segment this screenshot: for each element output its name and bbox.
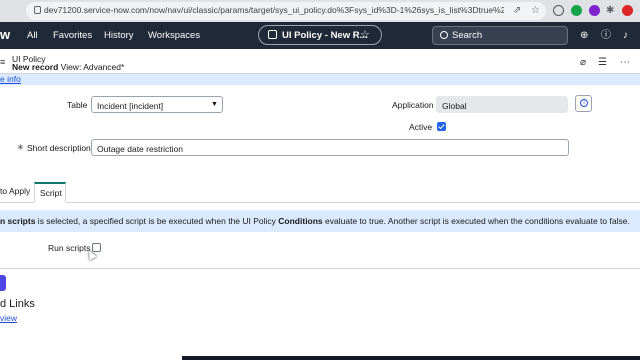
search-placeholder[interactable]: Search <box>452 30 482 41</box>
run-scripts-label: Run scripts <box>48 243 91 253</box>
nav-history[interactable]: History <box>104 30 134 41</box>
active-checkbox[interactable] <box>437 122 446 131</box>
site-info-icon[interactable] <box>34 6 41 14</box>
context-pill-title[interactable]: UI Policy - New R... <box>282 30 368 41</box>
application-field: Global <box>436 96 568 113</box>
info-band <box>0 74 640 85</box>
more-options-icon[interactable]: ⋯ <box>620 57 630 68</box>
form-subtitle: New record View: Advanced* <box>12 62 124 72</box>
share-icon[interactable]: ⇗ <box>513 5 521 17</box>
tab-script[interactable]: Script <box>34 182 66 203</box>
submit-button[interactable] <box>0 275 6 291</box>
nav-favorites[interactable]: Favorites <box>53 30 92 41</box>
notice-bold-run-scripts: n scripts <box>0 216 36 226</box>
hamburger-icon[interactable]: ≡ <box>0 57 5 67</box>
browser-toolbar: dev71200.service-now.com/now/nav/ui/clas… <box>0 0 640 22</box>
application-label: Application <box>392 100 434 110</box>
short-description-input[interactable]: Outage date restriction <box>91 139 569 156</box>
notice-text-2: evaluate to true. Another script is exec… <box>322 216 630 226</box>
servicenow-logo[interactable]: w <box>0 27 10 42</box>
application-info-button[interactable]: i <box>575 95 592 112</box>
chevron-down-icon: ▼ <box>211 101 218 108</box>
related-link-view[interactable]: view <box>0 313 17 323</box>
taskbar-strip <box>182 356 640 360</box>
globe-icon[interactable]: ⊕ <box>580 30 588 41</box>
notification-bell-icon[interactable]: ♪ <box>623 30 628 41</box>
short-description-value: Outage date restriction <box>97 144 183 154</box>
url-text[interactable]: dev71200.service-now.com/now/nav/ui/clas… <box>44 5 504 15</box>
more-info-link[interactable]: e info <box>0 74 21 84</box>
required-asterisk-icon: ✳ <box>17 143 24 152</box>
notice-text-1: is selected, a specified script is be ex… <box>35 216 279 226</box>
notice-bold-conditions: Conditions <box>278 216 323 226</box>
search-icon <box>440 31 448 39</box>
extension-icon[interactable] <box>553 5 564 16</box>
nav-all[interactable]: All <box>27 30 38 41</box>
script-notice: n scripts is selected, a specified scrip… <box>0 210 640 232</box>
top-navigation: w All Favorites History Workspaces UI Po… <box>0 22 640 49</box>
profile-avatar[interactable] <box>622 5 633 16</box>
form-header: ≡ UI Policy New record View: Advanced* ⌀… <box>0 49 640 74</box>
extension-green-icon[interactable] <box>571 5 582 16</box>
short-description-label: Short description <box>27 143 91 153</box>
table-label: Table <box>67 100 88 110</box>
record-state: New record <box>12 62 59 72</box>
view-name[interactable]: View: Advanced* <box>61 62 125 72</box>
info-icon: i <box>580 99 588 107</box>
related-links-title: d Links <box>0 298 35 310</box>
bookmark-star-icon[interactable]: ☆ <box>531 5 540 17</box>
help-icon[interactable]: ⓘ <box>601 30 611 41</box>
active-label: Active <box>409 122 433 132</box>
table-select[interactable]: Incident [incident] <box>91 96 223 113</box>
extension-purple-icon[interactable] <box>589 5 600 16</box>
settings-sliders-icon[interactable]: ☰ <box>598 57 607 68</box>
favorite-star-icon[interactable]: ☆ <box>360 28 370 41</box>
puzzle-icon[interactable]: ✱ <box>606 5 614 17</box>
application-value: Global <box>442 101 467 111</box>
tab-when-to-apply[interactable]: to Apply <box>0 186 30 196</box>
record-icon <box>268 30 277 39</box>
attachment-icon[interactable]: ⌀ <box>580 57 586 68</box>
table-value: Incident [incident] <box>97 101 164 111</box>
tab-divider <box>0 202 640 203</box>
nav-workspaces[interactable]: Workspaces <box>148 30 200 41</box>
section-divider <box>0 268 640 269</box>
